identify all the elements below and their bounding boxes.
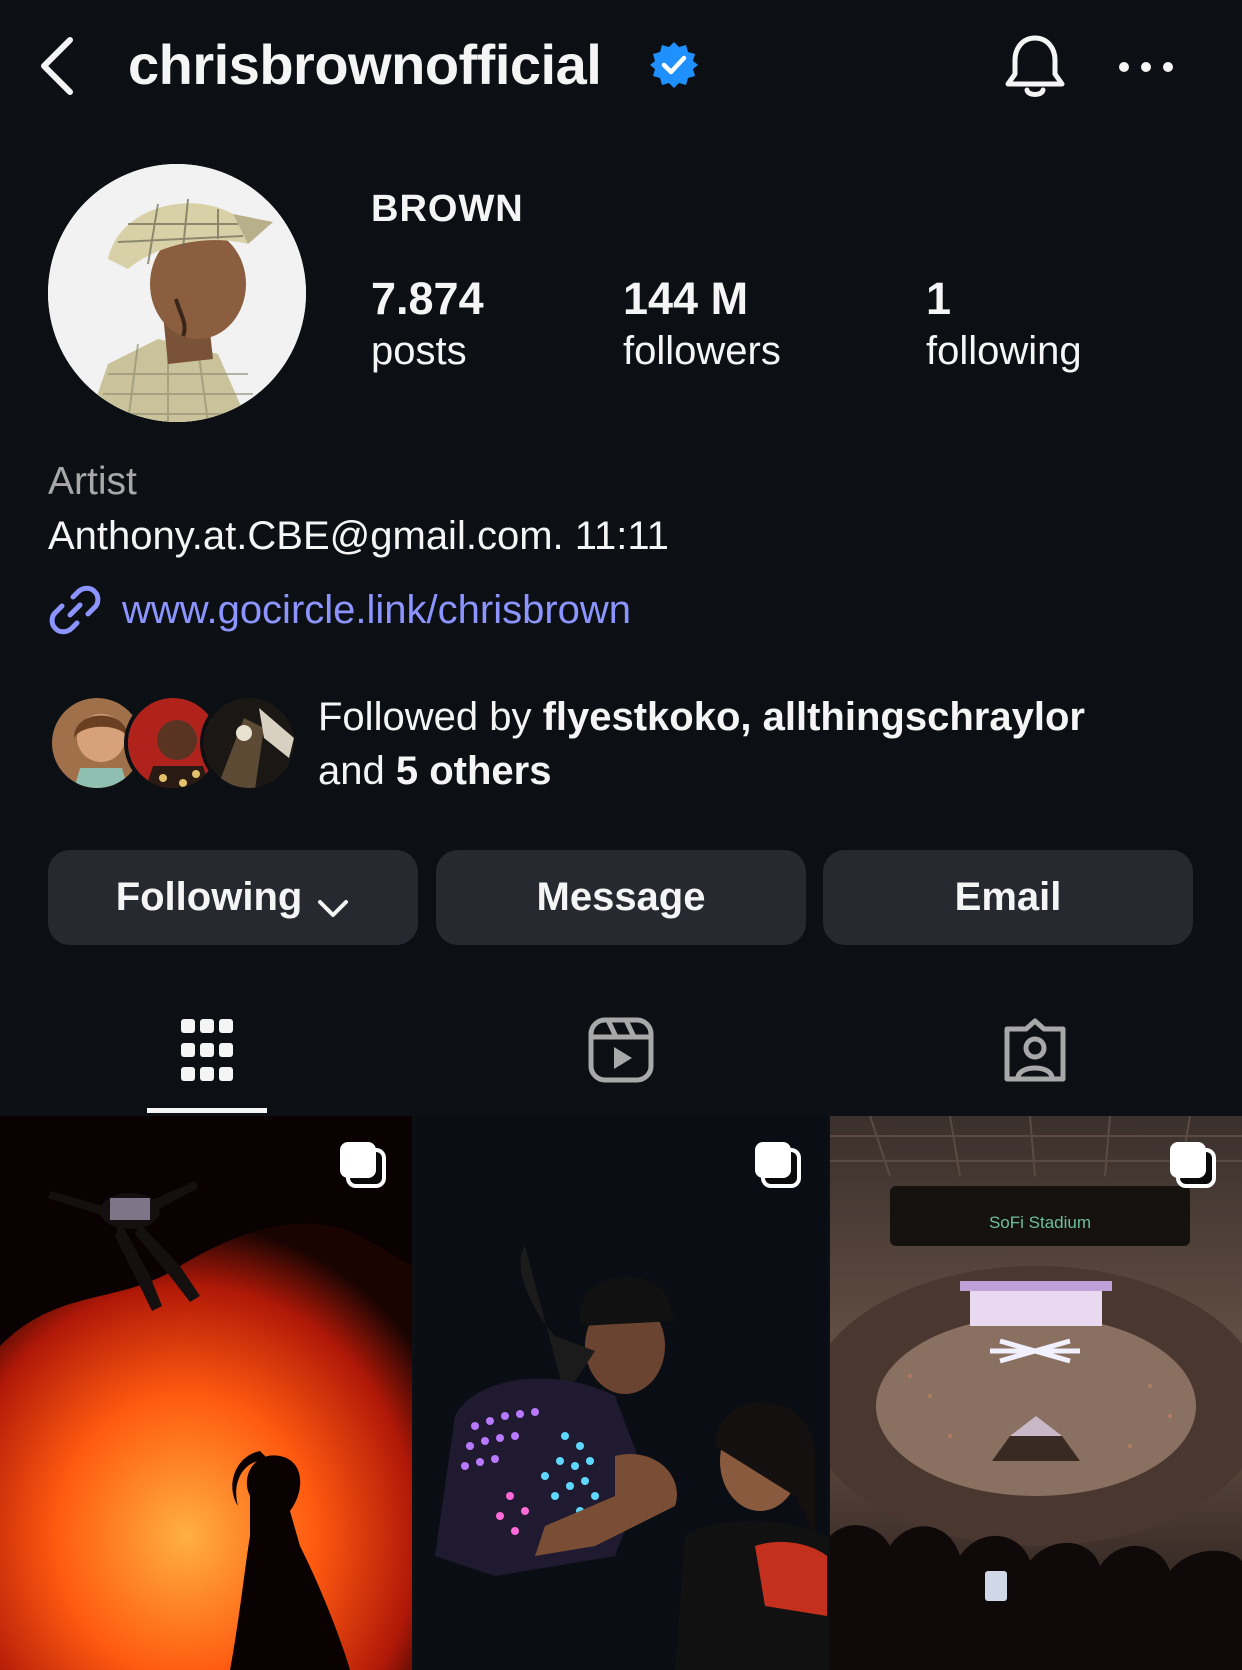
multiple-photos-icon: [1168, 1140, 1218, 1190]
more-icon[interactable]: [1118, 52, 1174, 82]
profile-bio: Anthony.at.CBE@gmail.com. 11:11: [48, 514, 669, 558]
reels-icon: [588, 1017, 654, 1088]
tagged-icon: [1002, 1017, 1068, 1088]
mutual-middle: and: [318, 749, 396, 793]
profile-category: Artist: [48, 460, 137, 503]
post-thumbnail-2[interactable]: [415, 1116, 827, 1670]
stat-followers[interactable]: 144 M followers: [623, 272, 781, 376]
following-button[interactable]: Following: [48, 850, 418, 945]
following-button-label: Following: [115, 875, 303, 919]
verified-badge-icon: [649, 40, 699, 90]
stat-posts[interactable]: 7.874 posts: [371, 272, 484, 376]
top-bar: chrisbrownofficial: [0, 0, 1242, 135]
posts-grid: SoFi Stadium: [0, 1116, 1242, 1670]
profile-link-text: www.gocircle.link/chrisbrown: [122, 587, 632, 632]
tab-tagged[interactable]: [828, 990, 1242, 1114]
posts-label: posts: [371, 329, 467, 373]
multiple-photos-icon: [753, 1140, 803, 1190]
post-thumbnail-3[interactable]: SoFi Stadium: [830, 1116, 1242, 1670]
stadium-sign-text: SoFi Stadium: [989, 1213, 1091, 1232]
active-tab-indicator: [147, 1108, 267, 1113]
mutual-others: 5 others: [395, 749, 552, 793]
mutual-followers-avatars[interactable]: [48, 694, 298, 792]
bell-icon[interactable]: [1000, 32, 1070, 102]
link-icon: [48, 583, 102, 637]
profile-tabs: [0, 990, 1242, 1114]
mutual-avatar: [200, 694, 298, 792]
email-button[interactable]: Email: [823, 850, 1193, 945]
message-button-label: Message: [536, 875, 706, 919]
profile-link[interactable]: www.gocircle.link/chrisbrown: [48, 582, 631, 638]
tab-posts-grid[interactable]: [0, 990, 414, 1114]
stat-following[interactable]: 1 following: [926, 272, 1082, 376]
mutual-followers-text[interactable]: Followed by flyestkoko, allthingschraylo…: [318, 690, 1198, 798]
followers-count: 144 M: [623, 273, 749, 324]
followers-label: followers: [623, 329, 781, 373]
email-button-label: Email: [954, 875, 1062, 919]
posts-grid-icon: [179, 1017, 235, 1088]
multiple-photos-icon: [338, 1140, 388, 1190]
back-arrow-icon[interactable]: [34, 34, 84, 98]
tab-reels[interactable]: [414, 990, 828, 1114]
profile-username: chrisbrownofficial: [128, 33, 602, 96]
posts-count: 7.874: [371, 273, 484, 324]
following-count: 1: [926, 273, 952, 324]
following-label: following: [926, 329, 1082, 373]
profile-avatar[interactable]: [48, 164, 306, 422]
post-thumbnail-1[interactable]: [0, 1116, 412, 1670]
mutual-prefix: Followed by: [318, 695, 543, 739]
display-name: BROWN: [371, 188, 524, 230]
mutual-names: flyestkoko, allthingschraylor: [542, 695, 1085, 739]
message-button[interactable]: Message: [436, 850, 806, 945]
chevron-down-icon: [316, 886, 350, 917]
